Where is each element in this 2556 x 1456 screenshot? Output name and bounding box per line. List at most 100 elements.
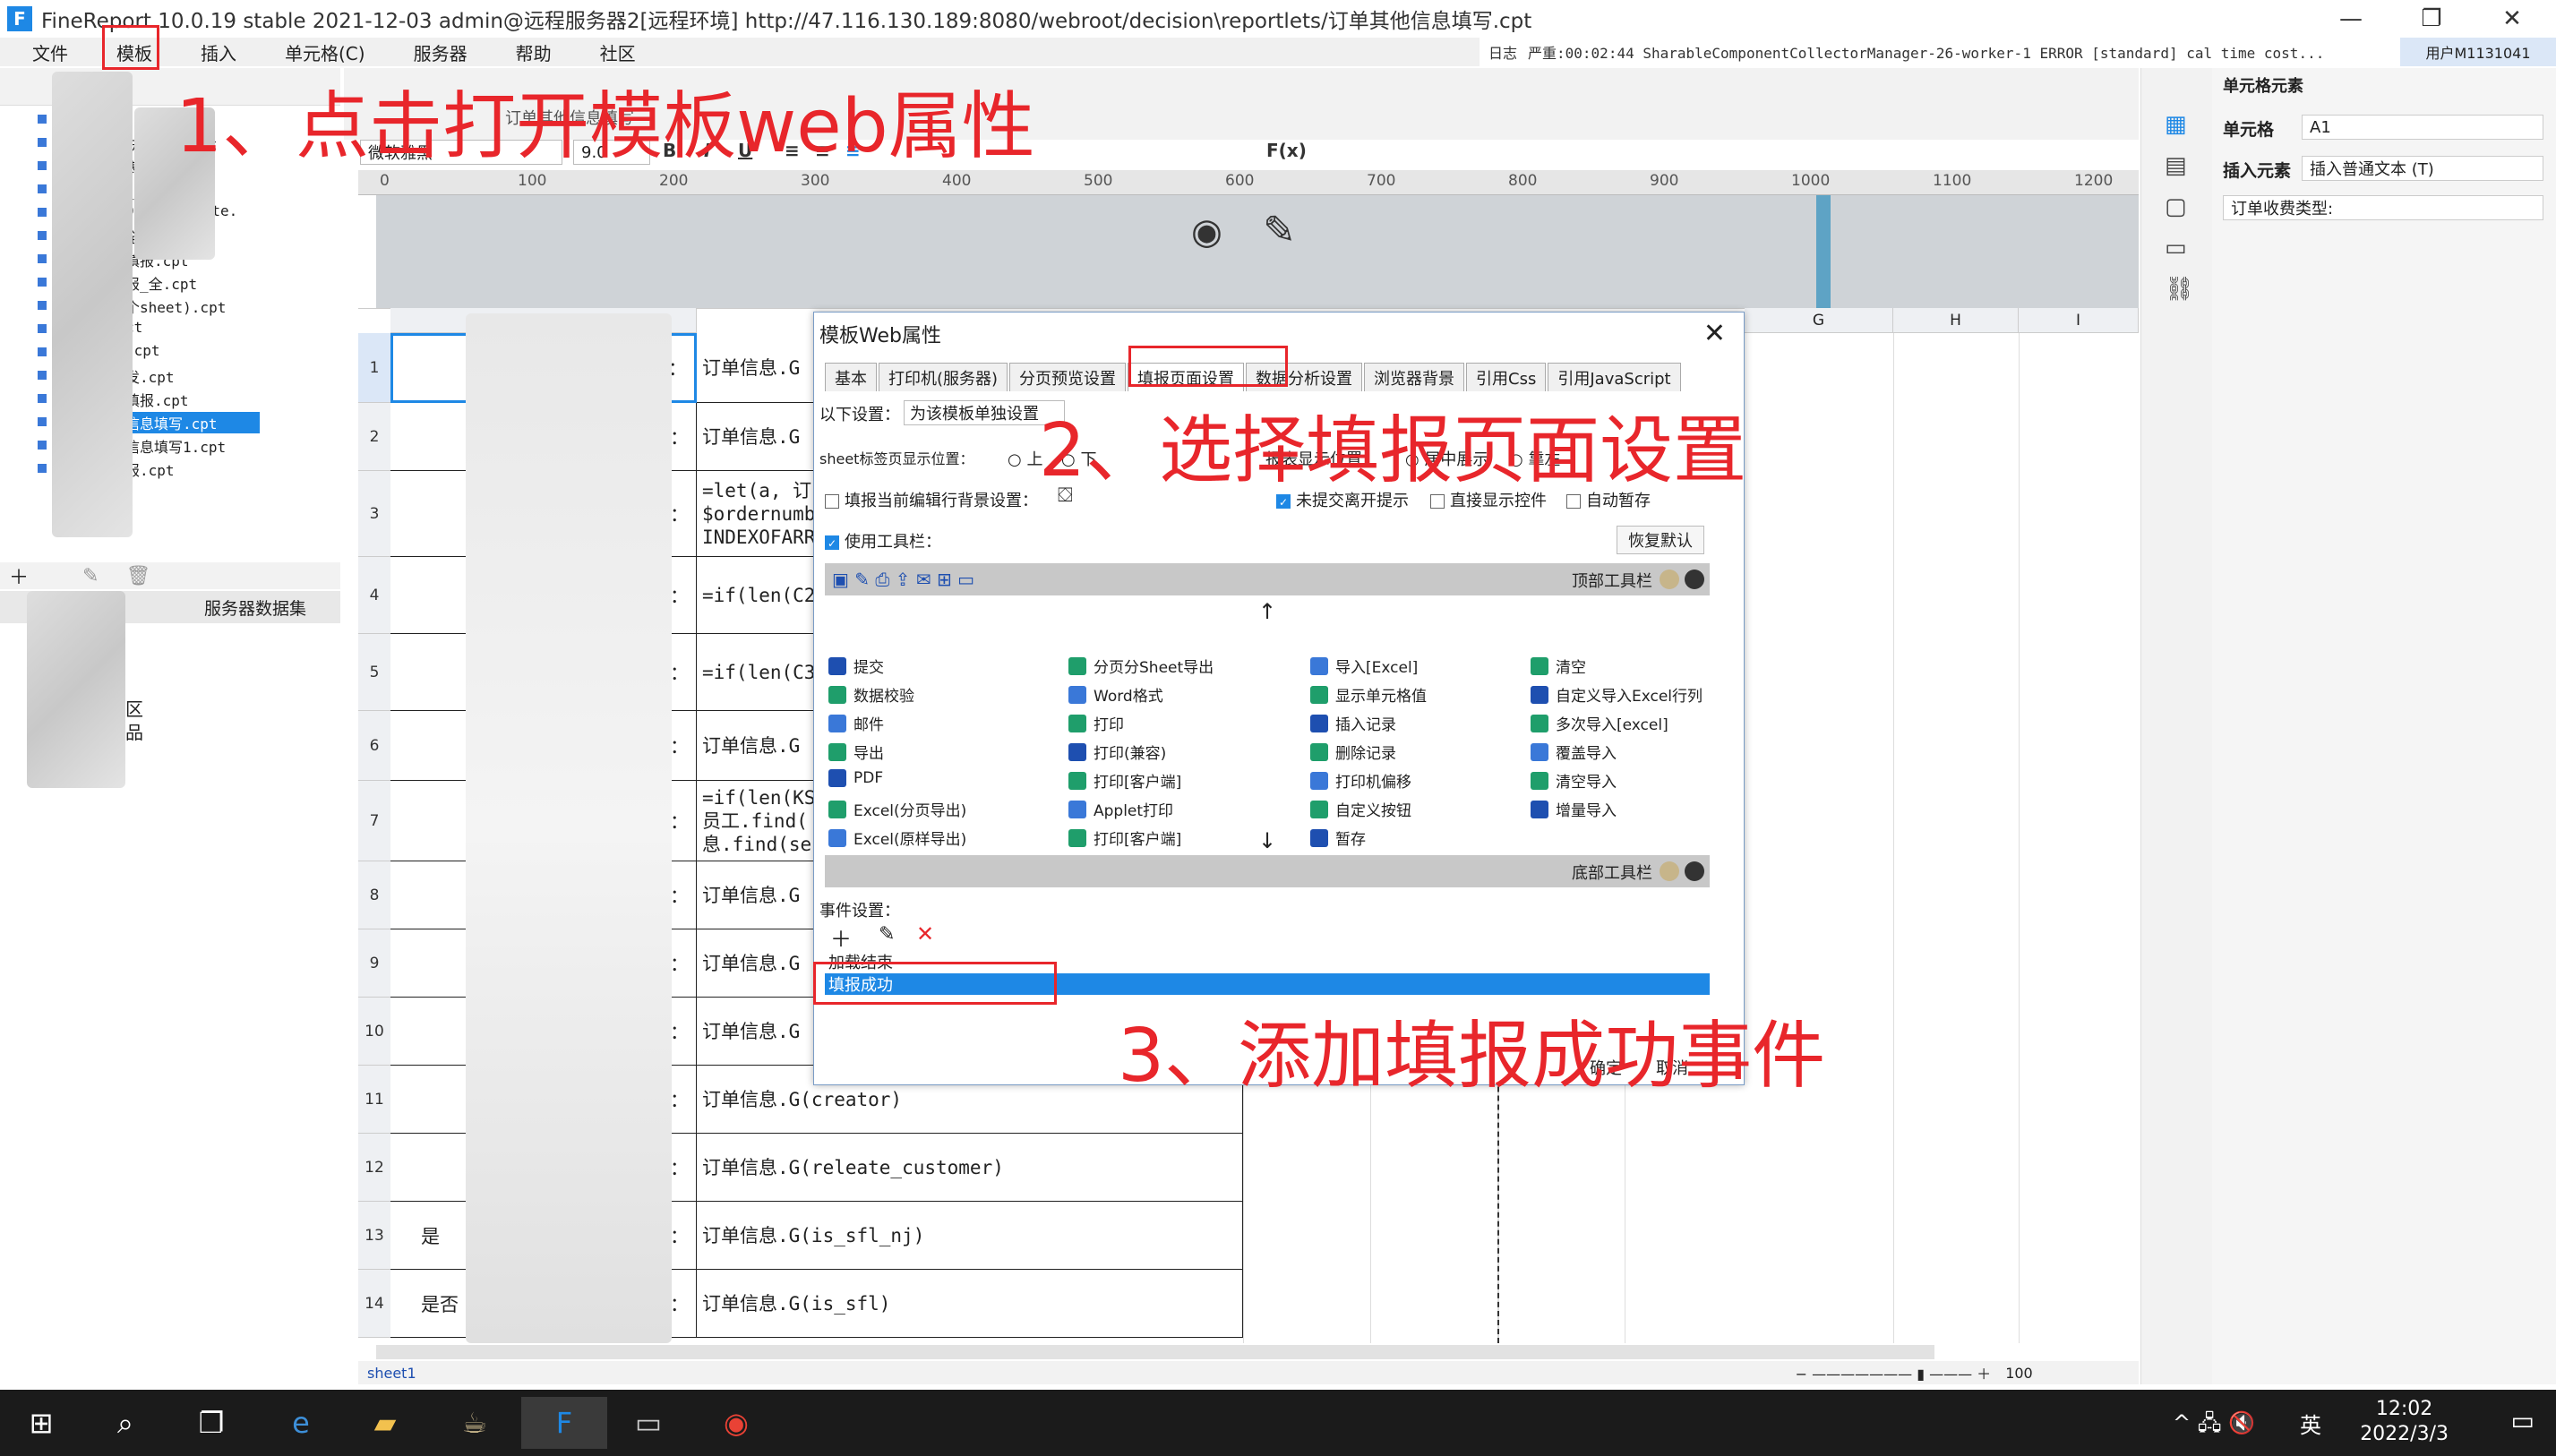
add-icon[interactable]: ＋ (9, 561, 29, 590)
bg-setting-checkbox[interactable]: 填报当前编辑行背景设置： (825, 488, 1038, 511)
delete-icon[interactable]: 🗑 (125, 565, 150, 587)
menu-server[interactable]: 服务器 (414, 39, 467, 65)
minimize-icon[interactable]: — (2311, 0, 2391, 38)
toolbar-option[interactable]: Excel(原样导出) (828, 826, 966, 849)
user-account[interactable]: 用户M1131041 (2400, 38, 2556, 66)
cell-element-icon[interactable]: ▦ (2165, 111, 2187, 138)
column-header-g[interactable]: G (1745, 308, 1893, 333)
arrow-up-icon[interactable]: ↑ (1258, 599, 1276, 624)
row-header[interactable]: 5 (358, 634, 390, 711)
file-item[interactable]: 个sheet).cpt (125, 295, 226, 317)
restore-icon[interactable]: ❐ (2391, 0, 2472, 38)
toolbar-option[interactable]: 自定义导入Excel行列 (1531, 683, 1703, 706)
toolbar-option[interactable]: 暂存 (1310, 826, 1366, 849)
zoom-slider[interactable]: − ——————— ▮ ——— ＋ (1796, 1362, 1992, 1383)
arrow-down-icon[interactable]: ↓ (1258, 828, 1276, 853)
tab-printer[interactable]: 打印机(服务器) (879, 363, 1008, 391)
column-header-h[interactable]: H (1893, 308, 2019, 333)
toolbar-remove-icon[interactable] (1685, 570, 1704, 589)
toolbar-option[interactable]: 数据校验 (828, 683, 914, 706)
edit-pencil-icon[interactable]: ✎ (1263, 208, 1296, 253)
link-icon[interactable]: ⛓ (2165, 276, 2194, 303)
formula-icon[interactable]: F(x) (1266, 140, 1307, 161)
row-header[interactable]: 6 (358, 711, 390, 781)
toolbar-option[interactable]: 自定义按钮 (1310, 798, 1411, 820)
toolbar-option[interactable]: Applet打印 (1068, 798, 1173, 820)
tray-icons[interactable]: ^ 🖧 🔇 (2173, 1408, 2255, 1444)
toolbar-option[interactable]: 打印 (1068, 712, 1124, 734)
toolbar-option[interactable]: 提交 (828, 655, 884, 677)
row-header[interactable]: 11 (358, 1066, 390, 1134)
row-header[interactable]: 3 (358, 471, 390, 557)
tab-javascript[interactable]: 引用JavaScript (1548, 363, 1681, 391)
restore-default-button[interactable]: 恢复默认 (1617, 526, 1704, 554)
toolbar-option[interactable]: 打印[客户端] (1068, 769, 1181, 792)
column-header-i[interactable]: I (2019, 308, 2139, 333)
row-header[interactable]: 10 (358, 998, 390, 1066)
clock[interactable]: 12:02 2022/3/3 (2360, 1397, 2449, 1447)
toolbar-option[interactable]: 删除记录 (1310, 741, 1396, 763)
cell-content-input[interactable]: 订单收费类型: (2223, 195, 2543, 220)
toolbar-icons[interactable]: ▣ ✎ ⎙ ⇪ ✉ ⊞ ▭ (832, 569, 974, 590)
row-header[interactable]: 13 (358, 1202, 390, 1270)
row-header[interactable]: 12 (358, 1134, 390, 1202)
widget-icon[interactable]: ▢ (2165, 193, 2187, 220)
toolbar-option[interactable]: Excel(分页导出) (828, 798, 966, 820)
toolbar-option[interactable]: 打印机偏移 (1310, 769, 1411, 792)
ime-indicator[interactable]: 英 (2300, 1408, 2321, 1439)
toolbar-option[interactable]: PDF (828, 769, 883, 787)
zoom-value[interactable]: 100 (2005, 1365, 2033, 1382)
toolbar-option[interactable]: 分页分Sheet导出 (1068, 655, 1214, 677)
dataset-item[interactable]: 品 (125, 718, 143, 744)
toolbar-option[interactable]: 清空导入 (1531, 769, 1617, 792)
menu-help[interactable]: 帮助 (516, 39, 552, 65)
tab-css[interactable]: 引用Css (1466, 363, 1547, 391)
row-header[interactable]: 1 (358, 333, 390, 403)
toolbar-option[interactable]: 增量导入 (1531, 798, 1617, 820)
row-header[interactable]: 4 (358, 557, 390, 634)
formula-cell[interactable]: 订单信息.G(is_sfl) (697, 1270, 1243, 1338)
toolbar-option[interactable]: 清空 (1531, 655, 1586, 677)
toolbar-settings-icon[interactable] (1660, 861, 1679, 881)
formula-cell[interactable]: 订单信息.G(releate_customer) (697, 1134, 1243, 1202)
cell-attr-icon[interactable]: ▤ (2165, 152, 2187, 179)
toolbar-option[interactable]: 导出 (828, 741, 884, 763)
edit-icon[interactable]: ✎ (82, 565, 99, 587)
use-toolbar-checkbox[interactable]: ✓ 使用工具栏： (825, 529, 941, 552)
toolbar-option[interactable]: 导入[Excel] (1310, 655, 1418, 677)
toolbar-option[interactable]: 打印(兼容) (1068, 741, 1166, 763)
log-bar[interactable]: 日志 严重:00:02:44 SharableComponentCollecto… (1480, 38, 2400, 66)
hide-eye-icon[interactable]: ◉ (1191, 211, 1222, 253)
sheet-tab[interactable]: sheet1 (367, 1365, 416, 1382)
folder-icon[interactable]: ▰ (358, 1397, 412, 1449)
delete-event-icon[interactable]: ✕ (916, 921, 934, 946)
file-item[interactable]: 报.cpt (125, 458, 175, 480)
add-event-icon[interactable]: ＋ (830, 921, 852, 953)
row-header[interactable]: 7 (358, 781, 390, 861)
tab-paging-preview[interactable]: 分页预览设置 (1009, 363, 1127, 391)
toolbar-option[interactable]: 覆盖导入 (1531, 741, 1617, 763)
start-icon[interactable]: ⊞ (14, 1397, 68, 1449)
dialog-close-icon[interactable]: ✕ (1703, 318, 1726, 349)
close-icon[interactable]: ✕ (2472, 0, 2552, 38)
tab-basic[interactable]: 基本 (825, 363, 877, 391)
toolbar-option[interactable]: Word格式 (1068, 683, 1163, 706)
finereport-taskbar-icon[interactable]: F (521, 1397, 607, 1449)
menu-community[interactable]: 社区 (600, 39, 636, 65)
file-item[interactable]: 信息填写1.cpt (125, 435, 226, 457)
tab-browser-background[interactable]: 浏览器背景 (1364, 363, 1465, 391)
horizontal-scrollbar[interactable] (376, 1345, 1934, 1359)
row-header[interactable]: 8 (358, 861, 390, 929)
toolbar-option[interactable]: 显示单元格值 (1310, 683, 1427, 706)
menu-file[interactable]: 文件 (32, 39, 68, 65)
ie-icon[interactable]: e (274, 1397, 328, 1449)
menu-cell[interactable]: 单元格(C) (285, 39, 365, 65)
condition-icon[interactable]: ▭ (2165, 235, 2187, 261)
toolbar-option[interactable]: 打印[客户端] (1068, 826, 1181, 849)
toolbar-option[interactable]: 邮件 (828, 712, 884, 734)
row-header[interactable]: 9 (358, 929, 390, 998)
row-header[interactable]: 2 (358, 403, 390, 471)
task-view-icon[interactable]: ❐ (184, 1397, 238, 1449)
remote-desktop-icon[interactable]: ▭ (622, 1397, 675, 1449)
edit-event-icon[interactable]: ✎ (879, 923, 895, 946)
